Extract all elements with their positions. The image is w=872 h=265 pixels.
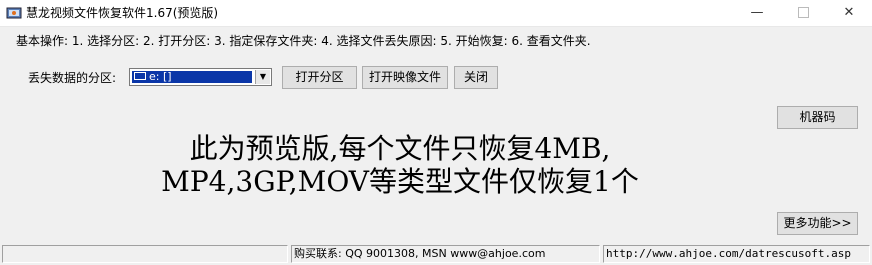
open-image-button[interactable]: 打开映像文件 (362, 66, 448, 89)
more-features-button[interactable]: 更多功能>> (777, 212, 858, 235)
title-bar: 慧龙视频文件恢复软件1.67(预览版) — ✕ (0, 0, 872, 27)
status-panel-1 (2, 245, 288, 263)
status-url[interactable]: http://www.ahjoe.com/datrescusoft.asp (603, 245, 870, 263)
partition-selected-text: e: [] (149, 71, 172, 83)
app-icon (6, 7, 22, 19)
machine-code-button[interactable]: 机器码 (777, 106, 858, 129)
steps-instructions: 基本操作: 1. 选择分区: 2. 打开分区: 3. 指定保存文件夹: 4. 选… (16, 34, 591, 48)
status-bar: 购买联系: QQ 9001308, MSN www@ahjoe.com http… (0, 243, 872, 265)
open-partition-button[interactable]: 打开分区 (282, 66, 357, 89)
chevron-down-icon[interactable]: ▼ (255, 70, 270, 84)
window-title: 慧龙视频文件恢复软件1.67(预览版) (26, 6, 219, 20)
partition-selected-value: e: [] (132, 71, 252, 83)
notice-line-2: MP4,3GP,MOV等类型文件仅恢复1个 (161, 165, 639, 198)
drive-icon (134, 72, 146, 80)
preview-notice: 此为预览版,每个文件只恢复4MB, MP4,3GP,MOV等类型文件仅恢复1个 (100, 132, 700, 198)
close-window-button[interactable]: ✕ (826, 0, 872, 26)
maximize-icon (797, 7, 809, 18)
maximize-button[interactable] (780, 0, 826, 26)
notice-line-1: 此为预览版,每个文件只恢复4MB, (189, 132, 611, 165)
status-contact: 购买联系: QQ 9001308, MSN www@ahjoe.com (291, 245, 600, 263)
close-button[interactable]: 关闭 (454, 66, 498, 89)
partition-select[interactable]: e: [] ▼ (129, 68, 272, 86)
partition-label: 丢失数据的分区: (28, 71, 117, 85)
minimize-button[interactable]: — (734, 0, 780, 26)
